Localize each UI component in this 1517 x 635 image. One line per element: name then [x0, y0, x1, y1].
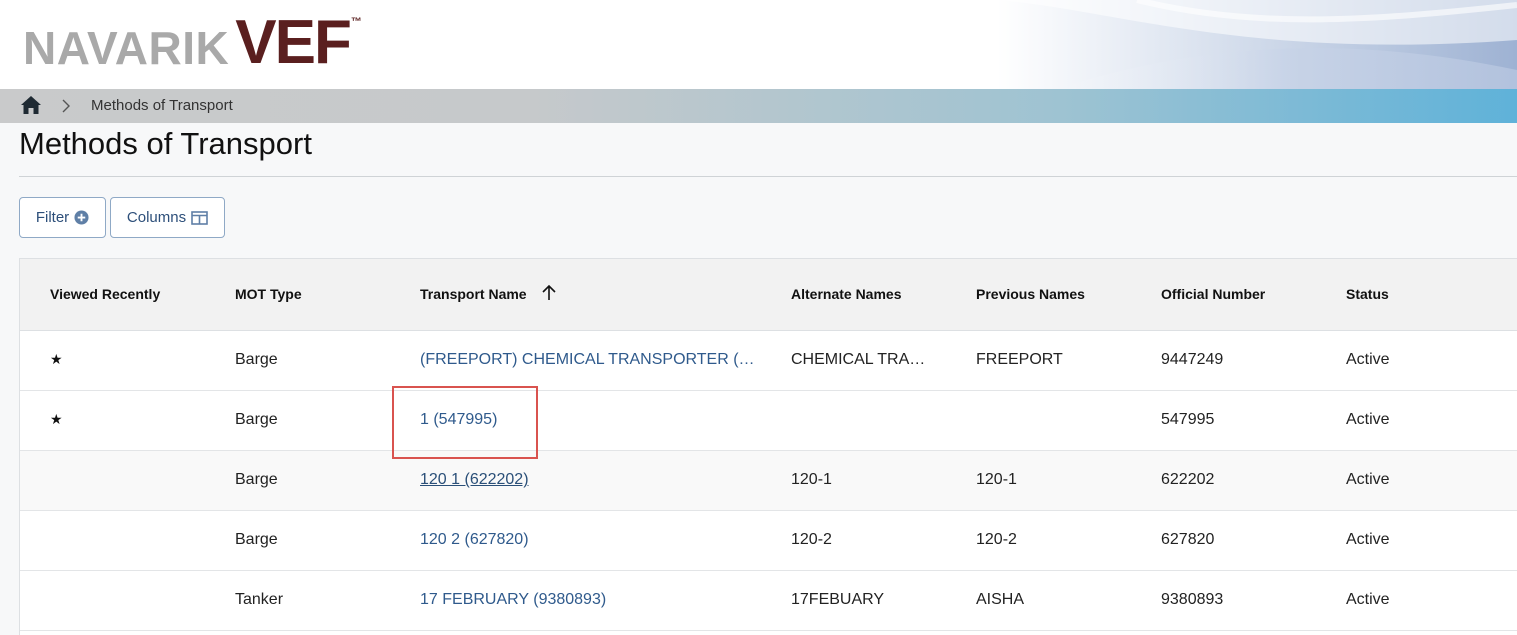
header-decoration	[997, 0, 1517, 89]
mot-type-cell: Barge	[235, 531, 278, 548]
transport-name-link[interactable]: 1 (547995)	[420, 411, 497, 429]
status-cell: Active	[1346, 471, 1390, 488]
page-title: Methods of Transport	[19, 126, 312, 161]
logo-navarik-text: NAVARIK	[23, 22, 230, 74]
table-row[interactable]: Barge 120 2 (627820) 120-2 120-2 627820 …	[20, 511, 1517, 571]
transport-name-link[interactable]: 120 2 (627820)	[420, 531, 529, 549]
alternate-names-cell: CHEMICAL TRA…	[791, 351, 926, 368]
alternate-names-cell: 120-2	[791, 531, 832, 548]
table-row[interactable]: ★ Barge 1 (547995) 547995 Active	[20, 391, 1517, 451]
table-row[interactable]: Tanker 17 FEBRUARY (9380893) 17FEBUARY A…	[20, 571, 1517, 631]
columns-button-label: Columns	[126, 209, 187, 226]
transport-name-link[interactable]: (FREEPORT) CHEMICAL TRANSPORTER (…	[420, 351, 755, 369]
column-header-mot-type[interactable]: MOT Type	[235, 286, 302, 302]
breadcrumb-current: Methods of Transport	[91, 97, 233, 114]
table-header: Viewed Recently MOT Type Transport Name …	[20, 259, 1517, 331]
viewed-recently-star: ★	[50, 411, 63, 427]
status-cell: Active	[1346, 531, 1390, 548]
filter-button-label: Filter	[35, 209, 70, 226]
title-divider	[19, 176, 1517, 177]
mot-type-cell: Barge	[235, 471, 278, 488]
columns-button[interactable]: Columns	[110, 197, 225, 238]
previous-names-cell: AISHA	[976, 591, 1025, 608]
alternate-names-cell: 17FEBUARY	[791, 591, 885, 608]
official-number-cell: 9380893	[1161, 591, 1224, 608]
column-header-official-number[interactable]: Official Number	[1161, 286, 1265, 302]
navarik-vef-logo[interactable]: NAVARIK VEF ™	[23, 8, 362, 77]
sort-ascending-icon[interactable]	[541, 284, 557, 302]
mot-type-cell: Tanker	[235, 591, 284, 608]
transport-name-link[interactable]: 17 FEBRUARY (9380893)	[420, 591, 606, 609]
column-header-alternate-names[interactable]: Alternate Names	[791, 286, 902, 302]
transport-name-link[interactable]: 120 1 (622202)	[420, 471, 529, 489]
column-header-viewed-recently[interactable]: Viewed Recently	[50, 286, 160, 302]
column-header-transport-name[interactable]: Transport Name	[420, 286, 527, 302]
logo-vef-text: VEF	[235, 8, 352, 77]
plus-circle-icon	[74, 210, 89, 225]
logo-trademark: ™	[350, 16, 362, 28]
mot-type-cell: Barge	[235, 351, 278, 368]
columns-icon	[191, 210, 208, 225]
transport-table: Viewed Recently MOT Type Transport Name …	[19, 258, 1517, 635]
alternate-names-cell: 120-1	[791, 471, 832, 488]
status-cell: Active	[1346, 591, 1390, 608]
column-header-previous-names[interactable]: Previous Names	[976, 286, 1085, 302]
status-cell: Active	[1346, 351, 1390, 368]
status-cell: Active	[1346, 411, 1390, 428]
previous-names-cell: 120-2	[976, 531, 1017, 548]
table-row[interactable]: ★ Barge (FREEPORT) CHEMICAL TRANSPORTER …	[20, 331, 1517, 391]
breadcrumb: Methods of Transport	[0, 89, 1517, 123]
official-number-cell: 627820	[1161, 531, 1215, 548]
filter-button[interactable]: Filter	[19, 197, 106, 238]
official-number-cell: 547995	[1161, 411, 1215, 428]
home-icon[interactable]	[20, 95, 42, 115]
previous-names-cell: FREEPORT	[976, 351, 1063, 368]
column-header-status[interactable]: Status	[1346, 286, 1389, 302]
chevron-right-icon	[62, 99, 70, 113]
viewed-recently-star: ★	[50, 351, 63, 367]
official-number-cell: 9447249	[1161, 351, 1224, 368]
mot-type-cell: Barge	[235, 411, 278, 428]
app-header: NAVARIK VEF ™	[0, 0, 1517, 89]
table-row[interactable]: Barge 120 1 (622202) 120-1 120-1 622202 …	[20, 451, 1517, 511]
official-number-cell: 622202	[1161, 471, 1215, 488]
previous-names-cell: 120-1	[976, 471, 1017, 488]
